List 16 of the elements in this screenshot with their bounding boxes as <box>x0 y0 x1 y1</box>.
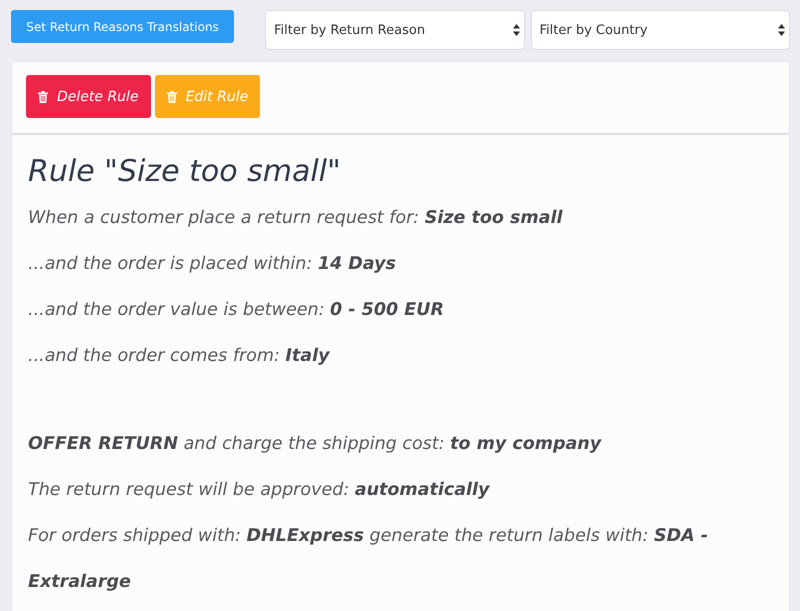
translations-button[interactable]: Set Return Reasons Translations <box>11 10 234 43</box>
filter-select[interactable]: Filter by Return Reason <box>265 10 524 50</box>
delete-rule-button[interactable]: Delete Rule <box>26 75 151 118</box>
trash-icon <box>166 90 177 102</box>
rule-condition-text: ...and the order value is between: 0 - 500 EUR <box>28 299 445 322</box>
filter-select[interactable]: Filter by Country <box>530 10 790 50</box>
up-down-arrows-icon <box>778 24 785 36</box>
rule-condition-text: ...and the order comes from: Italy <box>28 345 331 368</box>
up-down-arrows-icon <box>512 24 520 36</box>
rule-outcome-text: The return request will be approved: automatically <box>28 479 491 502</box>
rule-condition-text: ...and the order is placed within: 14 Days <box>28 253 397 276</box>
trash-icon <box>38 90 48 102</box>
rule-outcome-text: For orders shipped with: DHLExpress generate the return labels with: SDA - Extralarge <box>28 525 710 594</box>
rule-title: Rule "Size too small" <box>28 153 342 191</box>
rule-condition-text: When a customer place a return request for: Size too small <box>28 207 564 230</box>
rule-outcome-text: OFFER RETURN and charge the shipping cost: to my company <box>28 433 602 456</box>
